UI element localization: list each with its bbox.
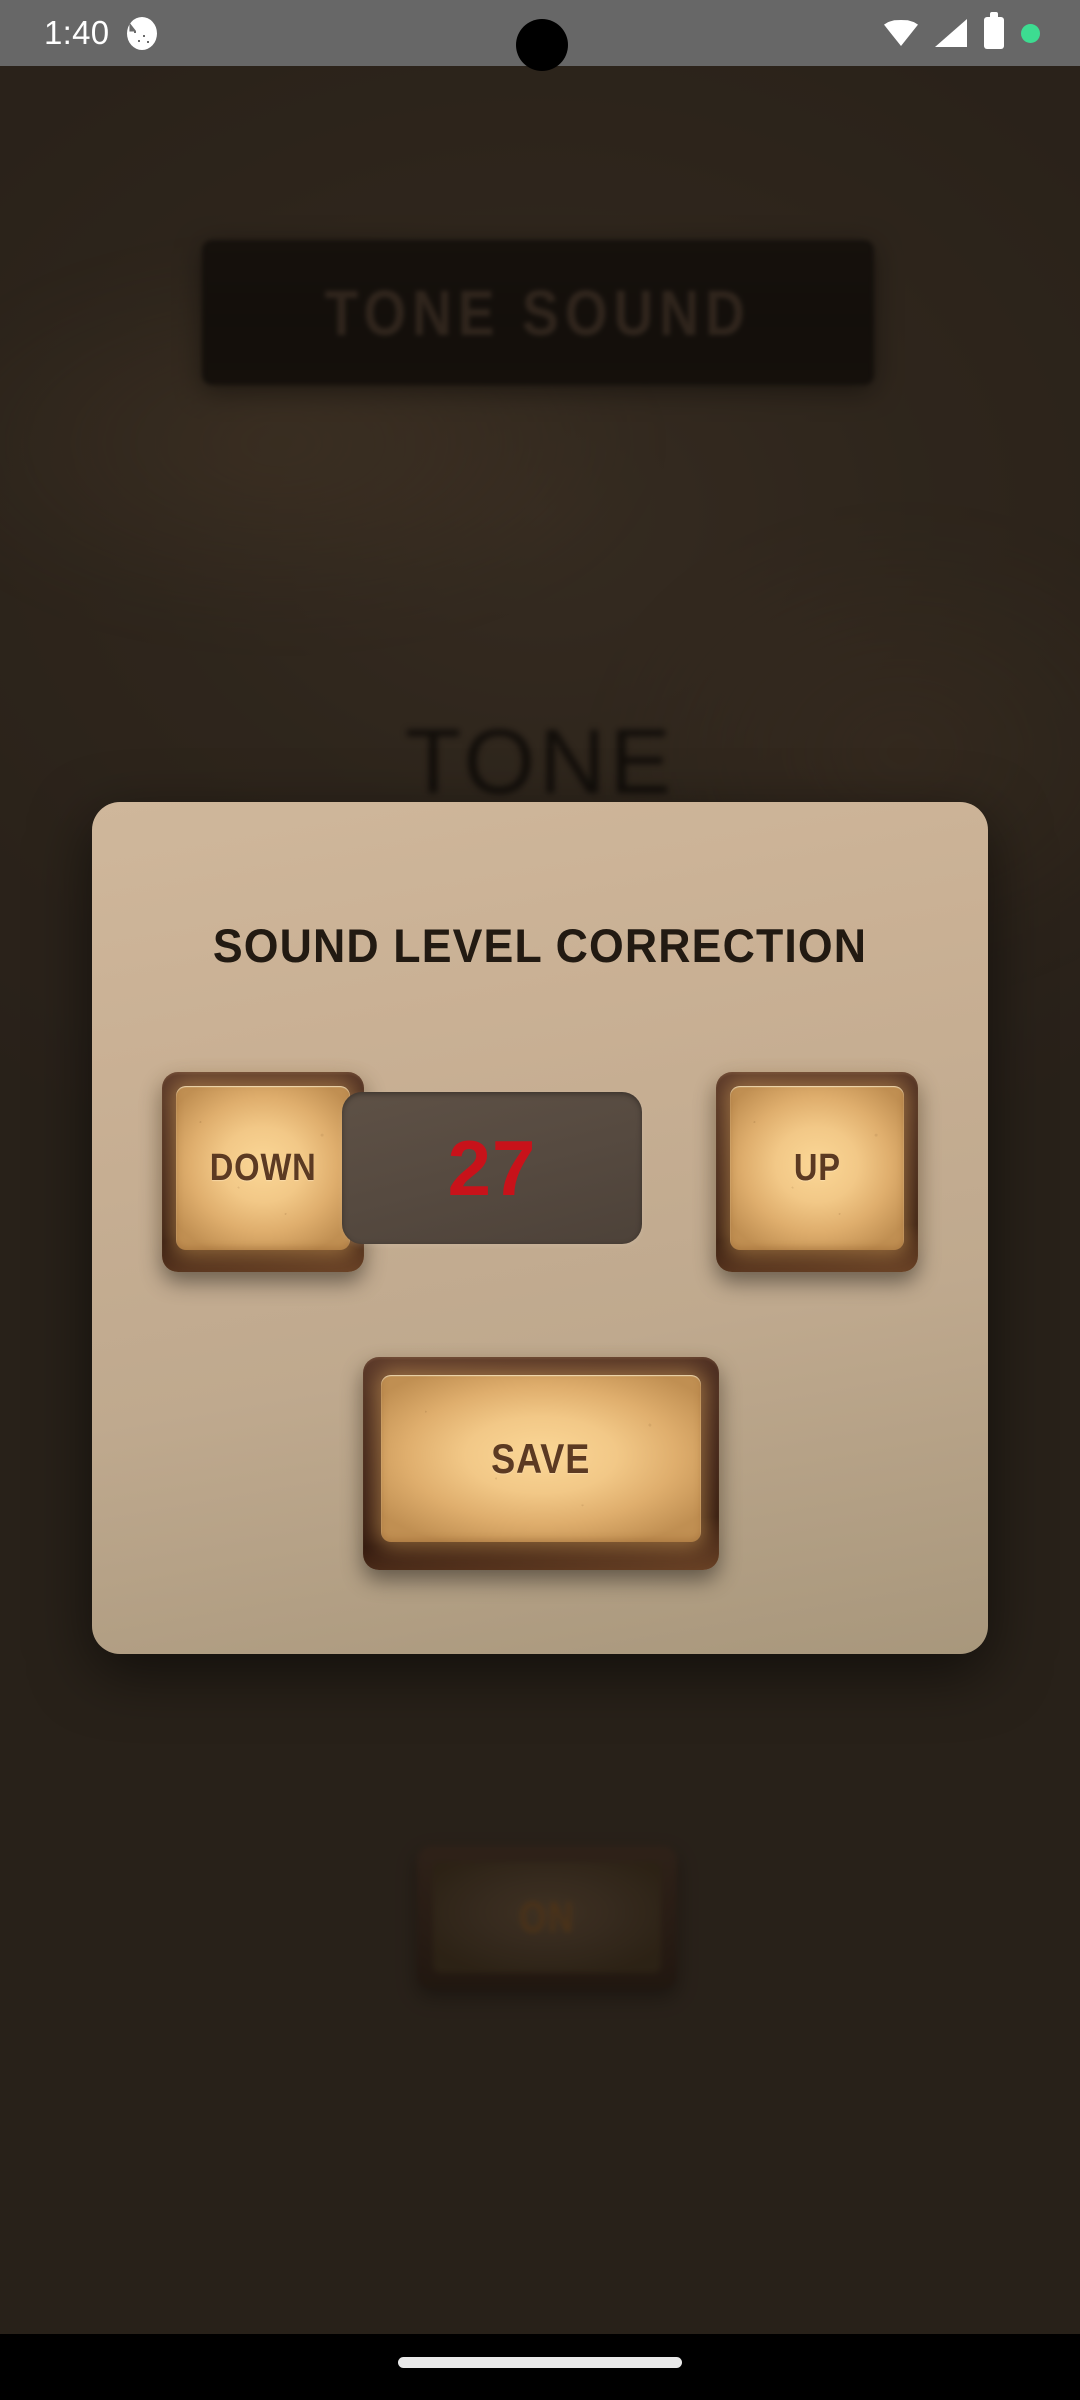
home-gesture-pill[interactable] (398, 2357, 682, 2368)
save-button-face: SAVE (381, 1375, 701, 1542)
wifi-icon (884, 20, 918, 46)
save-button[interactable]: SAVE (363, 1357, 719, 1570)
recording-indicator-icon (1021, 23, 1040, 43)
status-bar-right-group (884, 12, 1040, 49)
status-bar-left-group: 1:40 (44, 14, 158, 52)
decrement-button-face: DOWN (176, 1086, 350, 1250)
level-value-text: 27 (447, 1124, 537, 1212)
status-bar-clock: 1:40 (44, 14, 110, 51)
dialog-title: SOUND LEVEL CORRECTION (212, 919, 868, 972)
decrement-button-label: DOWN (209, 1146, 317, 1189)
decrement-button[interactable]: DOWN (162, 1072, 364, 1272)
phone-screen: TONE SOUND TONE ON 1:40 SOUND LEVEL CORR… (0, 0, 1080, 2400)
status-bar: 1:40 (0, 0, 1080, 71)
increment-button-face: UP (730, 1086, 904, 1250)
increment-button[interactable]: UP (716, 1072, 918, 1272)
battery-icon (984, 12, 1004, 49)
increment-button-label: UP (793, 1146, 841, 1189)
navigation-bar (0, 2334, 1080, 2400)
cellular-signal-icon (935, 19, 967, 47)
strawberry-app-icon (127, 16, 158, 50)
save-button-label: SAVE (491, 1434, 591, 1482)
level-control-row: DOWN 27 UP (92, 1072, 988, 1280)
camera-cutout (516, 19, 568, 71)
level-value-display: 27 (342, 1092, 642, 1244)
